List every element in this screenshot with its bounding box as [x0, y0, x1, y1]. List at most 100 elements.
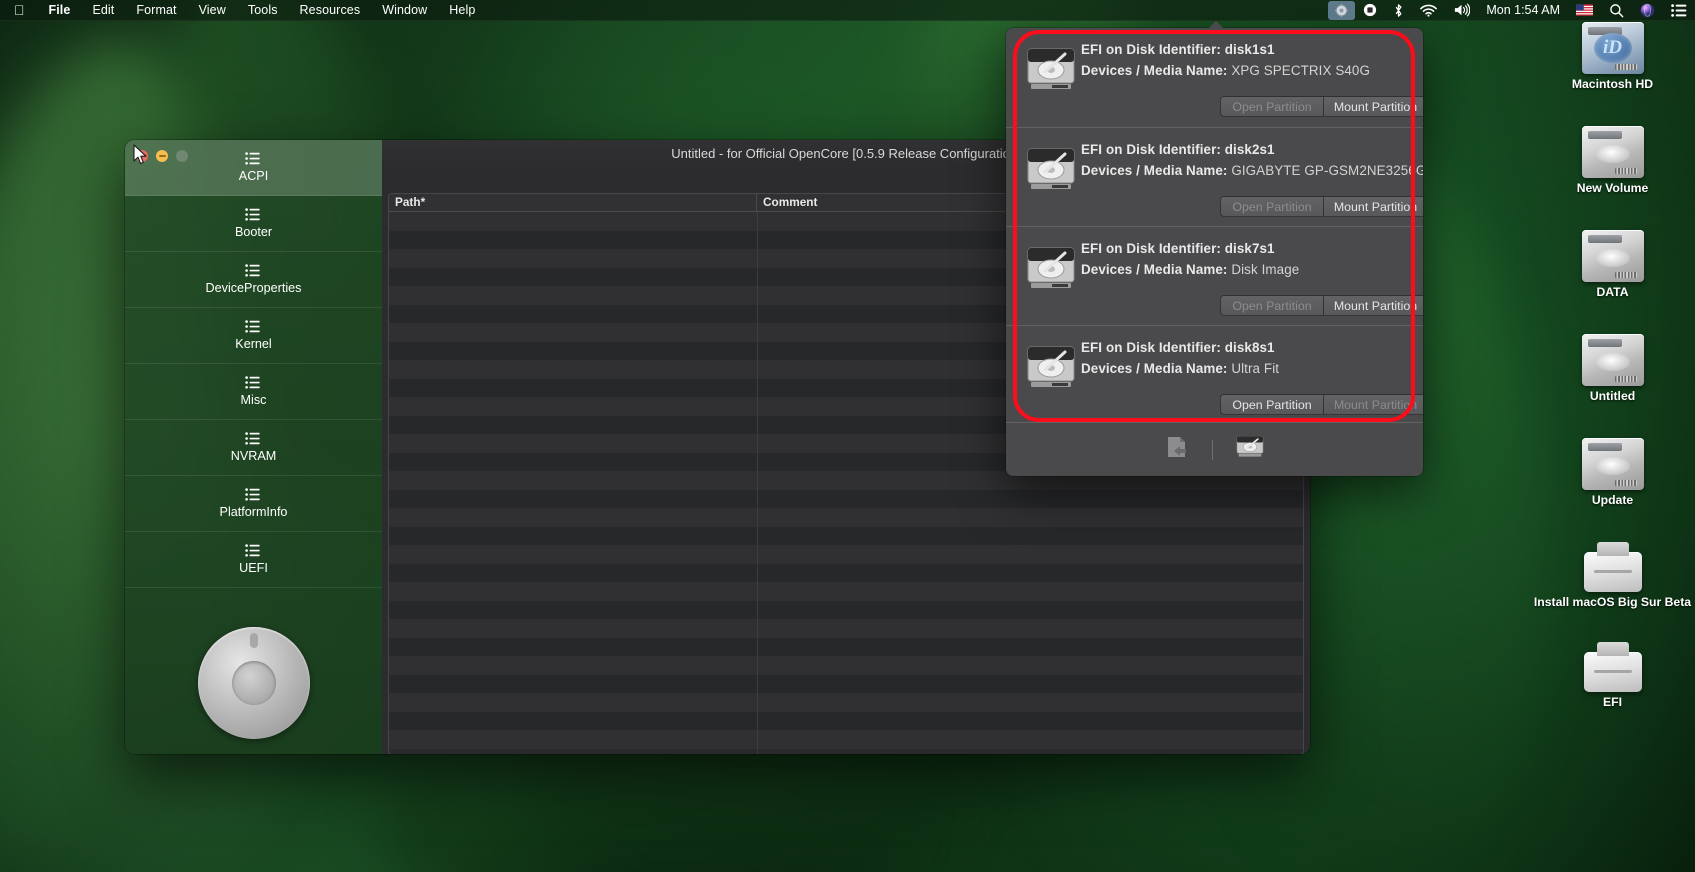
sidebar-item-label: ACPI	[238, 169, 269, 183]
disk-media-value: Ultra Fit	[1231, 361, 1280, 376]
siri-icon[interactable]	[1632, 0, 1663, 21]
menu-help[interactable]: Help	[438, 0, 486, 21]
hard-disk-icon	[1027, 48, 1075, 89]
sidebar-item-label: NVRAM	[230, 449, 277, 463]
hard-disk-icon	[1027, 346, 1075, 387]
popover-footer	[1006, 422, 1423, 476]
zoom-button[interactable]	[176, 150, 188, 162]
menu-tools[interactable]: Tools	[237, 0, 289, 21]
window-title: Untitled - for Official OpenCore [0.5.9 …	[671, 145, 1021, 161]
desktop-icon-untitled[interactable]: Untitled	[1530, 334, 1695, 403]
sidebar-item-acpi[interactable]: ACPI	[125, 140, 382, 196]
us-flag-icon[interactable]	[1568, 0, 1601, 21]
partition-buttons: Open Partition Mount Partition	[1220, 394, 1423, 415]
sidebar-item-label: Kernel	[235, 337, 272, 351]
disk-entry-disk8s1: EFI on Disk Identifier: disk8s1 Devices …	[1006, 325, 1423, 424]
sidebar-item-booter[interactable]: Booter	[125, 196, 382, 252]
table-row[interactable]	[389, 600, 1303, 619]
disk-media-value: XPG SPECTRIX S40G	[1231, 63, 1370, 78]
usb-drive-icon	[1583, 642, 1642, 692]
hard-disk-icon	[1581, 22, 1644, 74]
sidebar-item-label: Misc	[240, 393, 267, 407]
eject-disk-icon[interactable]	[1164, 434, 1190, 465]
menubar-clock[interactable]: Mon 1:54 AM	[1478, 0, 1568, 21]
footer-divider	[1211, 439, 1214, 460]
sidebar-item-label: PlatformInfo	[219, 505, 288, 519]
list-icon	[245, 488, 260, 501]
menu-window[interactable]: Window	[371, 0, 438, 21]
table-row[interactable]	[389, 526, 1303, 545]
efi-mounter-popover: EFI on Disk Identifier: disk1s1 Devices …	[1006, 28, 1423, 476]
menu-file[interactable]: File	[38, 0, 82, 21]
wifi-icon[interactable]	[1412, 0, 1445, 21]
menu-edit[interactable]: Edit	[81, 0, 125, 21]
apple-logo-icon[interactable]: 	[0, 3, 38, 17]
partition-buttons: Open Partition Mount Partition	[1220, 196, 1423, 217]
record-circle-icon[interactable]	[1355, 0, 1385, 21]
desktop-icon-update[interactable]: Update	[1530, 438, 1695, 507]
minimize-button[interactable]	[156, 150, 168, 162]
table-row[interactable]	[389, 508, 1303, 527]
table-row[interactable]	[389, 582, 1303, 601]
table-row[interactable]	[389, 489, 1303, 508]
partition-buttons: Open Partition Mount Partition	[1220, 96, 1423, 117]
sidebar-item-nvram[interactable]: NVRAM	[125, 420, 382, 476]
control-center-icon[interactable]	[1663, 0, 1695, 21]
table-row[interactable]	[389, 711, 1303, 730]
disk-media-value: Disk Image	[1231, 262, 1300, 277]
sidebar-item-label: DeviceProperties	[205, 281, 302, 295]
table-row[interactable]	[389, 693, 1303, 712]
desktop-icon-data[interactable]: DATA	[1530, 230, 1695, 299]
table-row[interactable]	[389, 619, 1303, 638]
hard-disk-icon	[1027, 148, 1075, 189]
desktop-icon-efi[interactable]: EFI	[1530, 642, 1695, 709]
table-row[interactable]	[389, 637, 1303, 656]
disk-entry-disk2s1: EFI on Disk Identifier: disk2s1 Devices …	[1006, 127, 1423, 226]
sidebar-item-label: UEFI	[239, 561, 268, 575]
sidebar-item-deviceproperties[interactable]: DeviceProperties	[125, 252, 382, 308]
menu-view[interactable]: View	[188, 0, 237, 21]
table-row[interactable]	[389, 563, 1303, 582]
sidebar-item-uefi[interactable]: UEFI	[125, 532, 382, 588]
list-icon	[245, 152, 260, 165]
disk-entry-disk1s1: EFI on Disk Identifier: disk1s1 Devices …	[1006, 28, 1423, 127]
mount-partition-button: Mount Partition	[1324, 394, 1423, 415]
menu-format[interactable]: Format	[125, 0, 187, 21]
bluetooth-icon[interactable]	[1385, 0, 1412, 21]
disk-media-label: Devices / Media Name:	[1081, 163, 1228, 178]
menu-resources[interactable]: Resources	[289, 0, 372, 21]
column-header-path[interactable]: Path*	[389, 194, 757, 211]
mount-partition-button[interactable]: Mount Partition	[1324, 96, 1423, 117]
mouse-cursor	[133, 144, 148, 171]
sidebar-item-kernel[interactable]: Kernel	[125, 308, 382, 364]
desktop-icon-label: Update	[1591, 493, 1634, 507]
desktop-icon-macintosh-hd[interactable]: Macintosh HD	[1530, 22, 1695, 91]
table-row[interactable]	[389, 674, 1303, 693]
hard-disk-icon	[1581, 438, 1644, 490]
desktop-icon-new-volume[interactable]: New Volume	[1530, 126, 1695, 195]
list-icon	[245, 320, 260, 333]
open-partition-button: Open Partition	[1220, 295, 1324, 316]
list-icon	[245, 432, 260, 445]
desktop-icon-install-macos-big-sur-beta[interactable]: Install macOS Big Sur Beta	[1530, 542, 1695, 609]
volume-icon[interactable]	[1445, 0, 1478, 21]
disk-media-line: Devices / Media Name: GIGABYTE GP-GSM2NE…	[1081, 163, 1423, 178]
sidebar-item-label: Booter	[234, 225, 273, 239]
open-partition-button[interactable]: Open Partition	[1220, 394, 1324, 415]
disk-identifier-label: EFI on Disk Identifier: disk1s1	[1081, 42, 1275, 57]
sidebar-item-platforminfo[interactable]: PlatformInfo	[125, 476, 382, 532]
mount-partition-button[interactable]: Mount Partition	[1324, 196, 1423, 217]
hard-disk-icon[interactable]	[1235, 434, 1265, 465]
mount-partition-button[interactable]: Mount Partition	[1324, 295, 1423, 316]
sidebar-item-misc[interactable]: Misc	[125, 364, 382, 420]
progress-dial[interactable]	[198, 627, 310, 739]
spotlight-search-icon[interactable]	[1601, 0, 1632, 21]
disk-entry-disk7s1: EFI on Disk Identifier: disk7s1 Devices …	[1006, 226, 1423, 325]
disk-identifier-label: EFI on Disk Identifier: disk8s1	[1081, 340, 1275, 355]
table-row[interactable]	[389, 656, 1303, 675]
column-divider	[757, 212, 758, 754]
table-row[interactable]	[389, 730, 1303, 749]
gear-app-icon[interactable]	[1328, 0, 1356, 20]
table-row[interactable]	[389, 545, 1303, 564]
hard-disk-icon	[1027, 247, 1075, 288]
